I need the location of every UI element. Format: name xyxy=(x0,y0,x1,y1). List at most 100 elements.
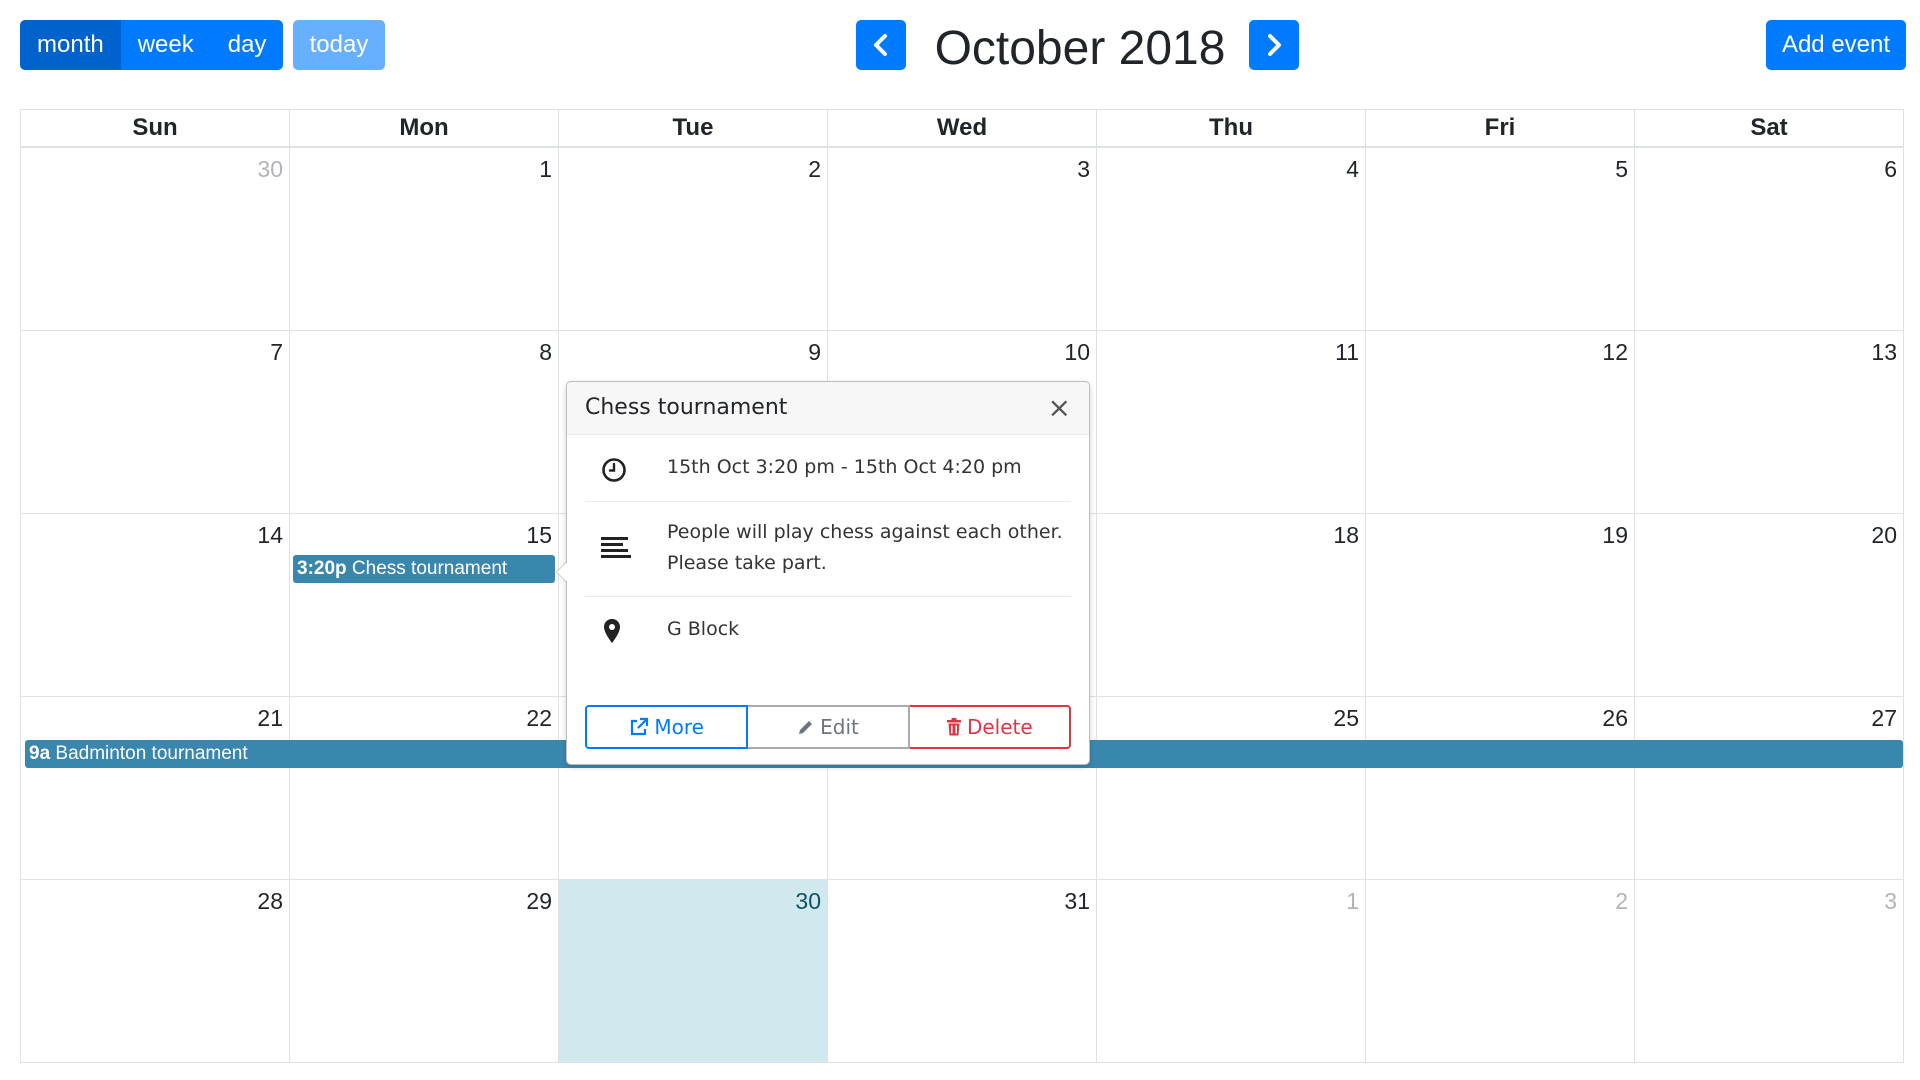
add-event-button[interactable]: Add event xyxy=(1766,20,1906,70)
trash-icon xyxy=(946,718,961,736)
day-number: 30 xyxy=(257,156,283,182)
week-row: 30 1 2 3 4 5 6 xyxy=(20,148,1904,331)
day-cell-today[interactable]: 30 xyxy=(559,880,828,1062)
day-number: 14 xyxy=(257,522,283,548)
day-number: 5 xyxy=(1615,156,1628,182)
description-icon xyxy=(601,537,631,558)
day-number: 21 xyxy=(257,705,283,731)
day-number: 13 xyxy=(1871,339,1897,365)
event-title: Badminton tournament xyxy=(55,743,248,764)
day-cell[interactable]: 8 xyxy=(290,331,559,513)
day-number: 3 xyxy=(1077,156,1090,182)
day-cell[interactable]: 25 xyxy=(1097,697,1366,879)
day-number: 4 xyxy=(1346,156,1359,182)
day-number: 2 xyxy=(1615,888,1628,914)
event-title: Chess tournament xyxy=(351,558,508,579)
day-cell[interactable]: 2 xyxy=(559,148,828,330)
external-link-icon xyxy=(631,717,649,736)
day-number: 31 xyxy=(1064,888,1090,914)
day-number: 2 xyxy=(808,156,821,182)
day-cell[interactable]: 19 xyxy=(1366,514,1635,696)
day-number: 6 xyxy=(1884,156,1897,182)
day-number: 19 xyxy=(1602,522,1628,548)
weekday-header: Sun Mon Tue Wed Thu Fri Sat xyxy=(20,109,1904,148)
day-cell[interactable]: 18 xyxy=(1097,514,1366,696)
day-cell[interactable]: 29 xyxy=(290,880,559,1062)
day-cell[interactable]: 26 xyxy=(1366,697,1635,879)
day-number: 11 xyxy=(1335,339,1359,365)
weekday-fri: Fri xyxy=(1366,110,1635,146)
chevron-left-icon xyxy=(874,34,887,56)
day-cell[interactable]: 31 xyxy=(828,880,1097,1062)
more-button-label: More xyxy=(654,715,704,739)
popover-description-row: People will play chess against each othe… xyxy=(585,502,1071,597)
day-number: 18 xyxy=(1333,522,1359,548)
event-chess-tournament[interactable]: 3:20p Chess tournament xyxy=(293,555,555,583)
day-cell[interactable]: 22 xyxy=(290,697,559,879)
day-number: 25 xyxy=(1333,705,1359,731)
day-cell[interactable]: 1 xyxy=(290,148,559,330)
day-number: 3 xyxy=(1884,888,1897,914)
edit-button-label: Edit xyxy=(820,715,859,739)
day-view-button[interactable]: day xyxy=(210,20,284,70)
next-month-button[interactable] xyxy=(1249,20,1299,70)
pencil-icon xyxy=(799,721,813,734)
popover-arrow xyxy=(556,561,567,583)
popover-time: 15th Oct 3:20 pm - 15th Oct 4:20 pm xyxy=(667,456,1022,478)
close-icon[interactable]: × xyxy=(1048,382,1071,434)
day-cell[interactable]: 30 xyxy=(21,148,290,330)
day-cell[interactable]: 13 xyxy=(1635,331,1904,513)
delete-button[interactable]: Delete xyxy=(909,705,1071,749)
today-button[interactable]: today xyxy=(293,20,385,70)
weekday-tue: Tue xyxy=(559,110,828,146)
chevron-right-icon xyxy=(1268,34,1281,56)
day-number: 1 xyxy=(539,156,552,182)
map-marker-icon xyxy=(604,619,620,643)
event-popover: Chess tournament × 15th Oct 3:20 pm - 15… xyxy=(556,381,1090,765)
day-number: 26 xyxy=(1602,705,1628,731)
day-cell[interactable]: 3 xyxy=(1635,880,1904,1062)
day-number: 30 xyxy=(795,888,821,914)
day-cell[interactable]: 2 xyxy=(1366,880,1635,1062)
day-number: 1 xyxy=(1346,888,1359,914)
calendar-toolbar: month week day today October 2018 Add ev… xyxy=(0,0,1920,110)
day-cell[interactable]: 11 xyxy=(1097,331,1366,513)
week-row: 28 29 30 31 1 2 3 xyxy=(20,880,1904,1063)
week-view-button[interactable]: week xyxy=(120,20,211,70)
popover-description-line: Please take part. xyxy=(667,552,827,574)
day-cell[interactable]: 14 xyxy=(21,514,290,696)
event-time: 9a xyxy=(29,743,51,764)
day-cell[interactable]: 28 xyxy=(21,880,290,1062)
edit-button[interactable]: Edit xyxy=(748,705,910,749)
day-cell[interactable]: 4 xyxy=(1097,148,1366,330)
day-number: 27 xyxy=(1871,705,1897,731)
weekday-sat: Sat xyxy=(1635,110,1904,146)
weekday-thu: Thu xyxy=(1097,110,1366,146)
day-cell[interactable]: 3 xyxy=(828,148,1097,330)
day-cell[interactable]: 1 xyxy=(1097,880,1366,1062)
day-cell[interactable]: 20 xyxy=(1635,514,1904,696)
month-view-button[interactable]: month xyxy=(20,20,121,70)
day-cell[interactable]: 21 xyxy=(21,697,290,879)
day-cell[interactable]: 5 xyxy=(1366,148,1635,330)
popover-description-line: People will play chess against each othe… xyxy=(667,521,1063,543)
popover-location-row: G Block xyxy=(585,597,1071,663)
day-number: 29 xyxy=(526,888,552,914)
day-cell[interactable]: 7 xyxy=(21,331,290,513)
day-number: 10 xyxy=(1064,339,1090,365)
day-number: 9 xyxy=(808,339,821,365)
day-number: 12 xyxy=(1602,339,1628,365)
day-number: 28 xyxy=(257,888,283,914)
day-cell[interactable]: 6 xyxy=(1635,148,1904,330)
day-number: 20 xyxy=(1871,522,1897,548)
day-cell[interactable]: 12 xyxy=(1366,331,1635,513)
more-button[interactable]: More xyxy=(585,705,749,749)
day-cell[interactable]: 15 xyxy=(290,514,559,696)
popover-time-row: 15th Oct 3:20 pm - 15th Oct 4:20 pm xyxy=(585,435,1071,502)
calendar-title: October 2018 xyxy=(934,22,1226,75)
day-number: 15 xyxy=(526,522,552,548)
day-cell[interactable]: 27 xyxy=(1635,697,1904,879)
event-time: 3:20p xyxy=(297,558,347,579)
prev-month-button[interactable] xyxy=(856,20,906,70)
popover-title: Chess tournament xyxy=(585,395,788,420)
